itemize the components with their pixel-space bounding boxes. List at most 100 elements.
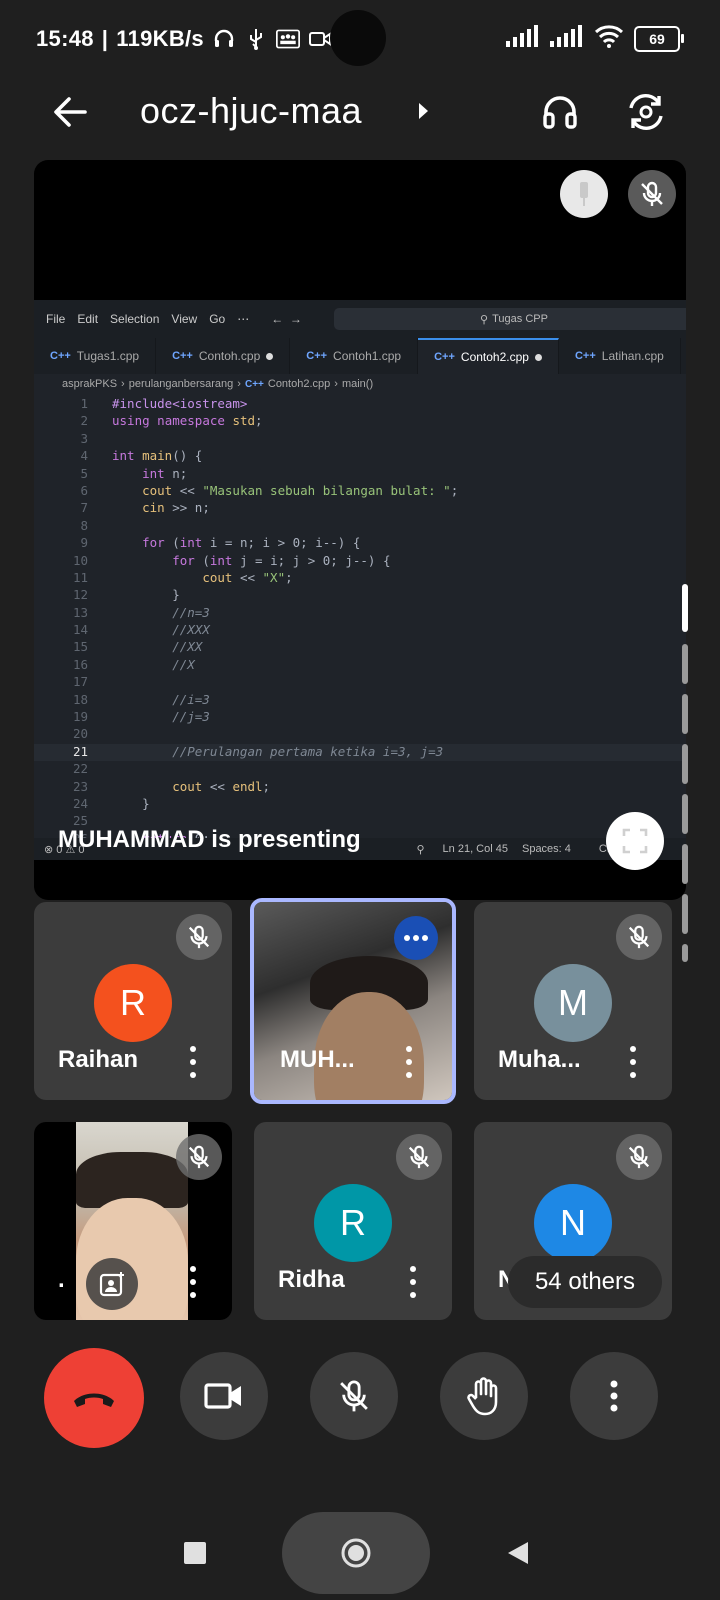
camera-toggle-button[interactable] — [180, 1352, 268, 1440]
scrollbar-track — [682, 944, 688, 962]
fullscreen-button[interactable] — [606, 812, 664, 870]
unsaved-dot — [266, 352, 274, 360]
participant-name: Muha... — [498, 1046, 581, 1073]
scrollbar-track — [682, 744, 688, 784]
headphones-status-icon — [212, 27, 236, 51]
code-line: 8 — [34, 518, 686, 535]
editor-tab: C++ Tugas1.cpp — [34, 338, 157, 374]
editor-menubar: File Edit Selection View Go ⋯ ← → ⚲ Tuga… — [34, 300, 686, 338]
meeting-code-title[interactable]: ocz-hjuc-maa — [140, 90, 362, 132]
code-line: 18 //i=3 — [34, 692, 686, 709]
code-line: 4 int main() { — [34, 448, 686, 465]
line-number: 12 — [72, 587, 88, 603]
cpp-file-icon: C++ — [574, 350, 596, 362]
presenter-mic-off — [628, 170, 676, 218]
line-number: 17 — [72, 674, 88, 690]
search-icon: ⚲ — [480, 313, 489, 326]
code-line: 13 //n=3 — [34, 605, 686, 622]
code-text: //XX — [112, 639, 203, 655]
menu-view: View — [171, 312, 198, 326]
recents-button[interactable] — [184, 1542, 206, 1564]
presentation-stage[interactable]: File Edit Selection View Go ⋯ ← → ⚲ Tuga… — [34, 160, 686, 900]
editor-tab-label: Contoh.cpp — [198, 349, 261, 363]
menu-selection: Selection — [110, 312, 160, 326]
more-options-button[interactable] — [570, 1352, 658, 1440]
line-number: 20 — [72, 726, 88, 742]
participant-tile[interactable]: R Ridha — [254, 1122, 452, 1320]
code-text: //n=3 — [112, 604, 210, 620]
participant-name: Raihan — [58, 1046, 139, 1073]
line-number: 15 — [72, 639, 88, 655]
back-arrow-icon — [54, 97, 87, 127]
mic-off-icon — [408, 1145, 430, 1169]
code-text: cout << "Masukan sebuah bilangan bulat: … — [142, 482, 459, 498]
editor-tab-label: Contoh1.cpp — [333, 349, 402, 363]
end-call-button[interactable] — [44, 1348, 144, 1448]
video-camera-icon — [204, 1383, 241, 1409]
effects-button[interactable] — [86, 1258, 138, 1310]
code-line: 10 for (int j = i; j > 0; j--) { — [34, 553, 686, 570]
code-text: //Perulangan pertama ketika i=3, j=3 — [112, 743, 444, 759]
cpp-file-icon: C++ — [50, 350, 71, 362]
code-text: } — [112, 795, 150, 811]
code-text: int n; — [142, 465, 188, 481]
scrollbar-track — [682, 644, 688, 684]
pin-icon — [580, 182, 588, 206]
back-button[interactable] — [46, 88, 94, 136]
participant-more-button[interactable] — [406, 1266, 420, 1298]
editor-tab-label: Contoh2.cpp — [460, 350, 529, 364]
participant-more-button[interactable] — [186, 1266, 200, 1298]
status-right: 69 — [506, 24, 684, 53]
audio-output-button[interactable] — [534, 86, 586, 138]
code-line: 3 — [34, 431, 686, 448]
line-number: 18 — [72, 691, 88, 707]
system-back-icon[interactable] — [506, 1540, 530, 1566]
unsaved-dot — [534, 353, 542, 361]
code-line: 23 cout << endl; — [34, 779, 686, 796]
effects-icon — [99, 1272, 124, 1297]
tile-mic-off — [176, 1134, 222, 1180]
speaking-indicator-icon — [394, 916, 438, 960]
code-line: 15 //XX — [34, 639, 686, 656]
editor-tab-label: Latihan.cpp — [601, 349, 664, 363]
mic-toggle-button[interactable] — [310, 1352, 398, 1440]
scrollbar-thumb[interactable] — [682, 584, 688, 632]
breadcrumb-item: Contoh2.cpp — [267, 378, 331, 390]
video-status-icon — [308, 27, 332, 51]
status-bar: 15:48 | 119KB/s 69 — [0, 0, 720, 78]
cpp-file-icon: C++ — [244, 378, 264, 390]
tile-mic-off — [396, 1134, 442, 1180]
scrollbar-track — [682, 894, 688, 934]
menu-edit: Edit — [77, 312, 99, 326]
editor-tab: C++Tu — [681, 338, 686, 374]
meeting-app-bar: ocz-hjuc-maa — [0, 78, 720, 158]
code-line: 2 using namespace std; — [34, 413, 686, 430]
editor-tab: C++ Contoh.cpp — [156, 338, 291, 374]
participant-more-button[interactable] — [186, 1046, 200, 1078]
switch-camera-button[interactable] — [620, 86, 672, 138]
participant-more-button[interactable] — [626, 1046, 640, 1078]
self-view-tile[interactable]: . — [34, 1122, 232, 1320]
status-left: 15:48 | 119KB/s — [36, 26, 332, 52]
tile-mic-off — [616, 1134, 662, 1180]
line-number: 19 — [72, 709, 88, 725]
code-text: for (int i = n; i > 0; i--) { — [142, 535, 361, 551]
line-number: 11 — [72, 569, 88, 585]
line-number: 9 — [80, 535, 88, 551]
home-button[interactable] — [282, 1512, 430, 1594]
participant-tile[interactable]: M Muha... — [474, 902, 672, 1100]
caret-right-icon[interactable] — [412, 100, 434, 122]
code-line: 19 //j=3 — [34, 709, 686, 726]
code-text: for (int j = i; j > 0; j--) { — [172, 552, 391, 568]
system-nav-bar — [0, 1480, 720, 1600]
mic-off-icon — [188, 925, 210, 949]
participant-tile-active-speaker[interactable]: MUH... — [250, 898, 456, 1104]
call-controls — [0, 1348, 720, 1452]
more-vert-icon — [610, 1380, 618, 1412]
others-count-chip[interactable]: 54 others — [508, 1256, 662, 1308]
line-number: 4 — [80, 448, 88, 464]
pin-button[interactable] — [560, 170, 608, 218]
participant-tile[interactable]: R Raihan — [34, 902, 232, 1100]
raise-hand-button[interactable] — [440, 1352, 528, 1440]
participant-more-button[interactable] — [402, 1046, 416, 1078]
